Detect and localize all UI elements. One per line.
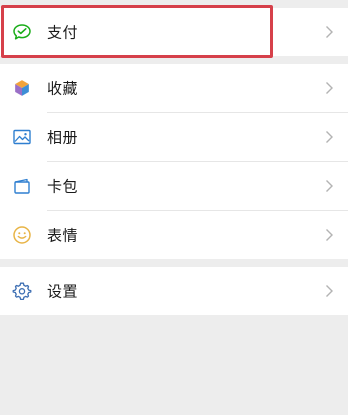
chevron-right-icon (325, 179, 334, 193)
smiley-icon (12, 225, 32, 245)
chevron-right-icon (325, 81, 334, 95)
menu-item-cards[interactable]: 卡包 (0, 162, 348, 210)
menu-item-label: 卡包 (47, 177, 79, 196)
empty-area (0, 315, 348, 415)
group-main: 收藏 相册 卡包 表情 (0, 64, 348, 259)
menu-item-album[interactable]: 相册 (0, 113, 348, 161)
menu-item-stickers[interactable]: 表情 (0, 211, 348, 259)
group-settings: 设置 (0, 267, 348, 315)
card-wallet-icon (12, 176, 32, 196)
chevron-right-icon (325, 228, 334, 242)
chevron-right-icon (325, 130, 334, 144)
favorites-cube-icon (12, 78, 32, 98)
menu-item-favorites[interactable]: 收藏 (0, 64, 348, 112)
album-picture-icon (12, 127, 32, 147)
top-gap (0, 0, 348, 8)
chevron-right-icon (325, 284, 334, 298)
section-gap (0, 56, 348, 64)
chevron-right-icon (325, 25, 334, 39)
gear-icon (12, 281, 32, 301)
menu-item-settings[interactable]: 设置 (0, 267, 348, 315)
menu-item-label: 收藏 (47, 79, 79, 98)
menu-item-label: 支付 (47, 23, 79, 42)
wechat-pay-icon (12, 22, 32, 42)
menu-item-label: 相册 (47, 128, 79, 147)
menu-item-pay[interactable]: 支付 (0, 8, 348, 56)
menu-item-label: 表情 (47, 226, 79, 245)
section-gap (0, 259, 348, 267)
group-pay: 支付 (0, 8, 348, 56)
menu-item-label: 设置 (47, 282, 79, 301)
